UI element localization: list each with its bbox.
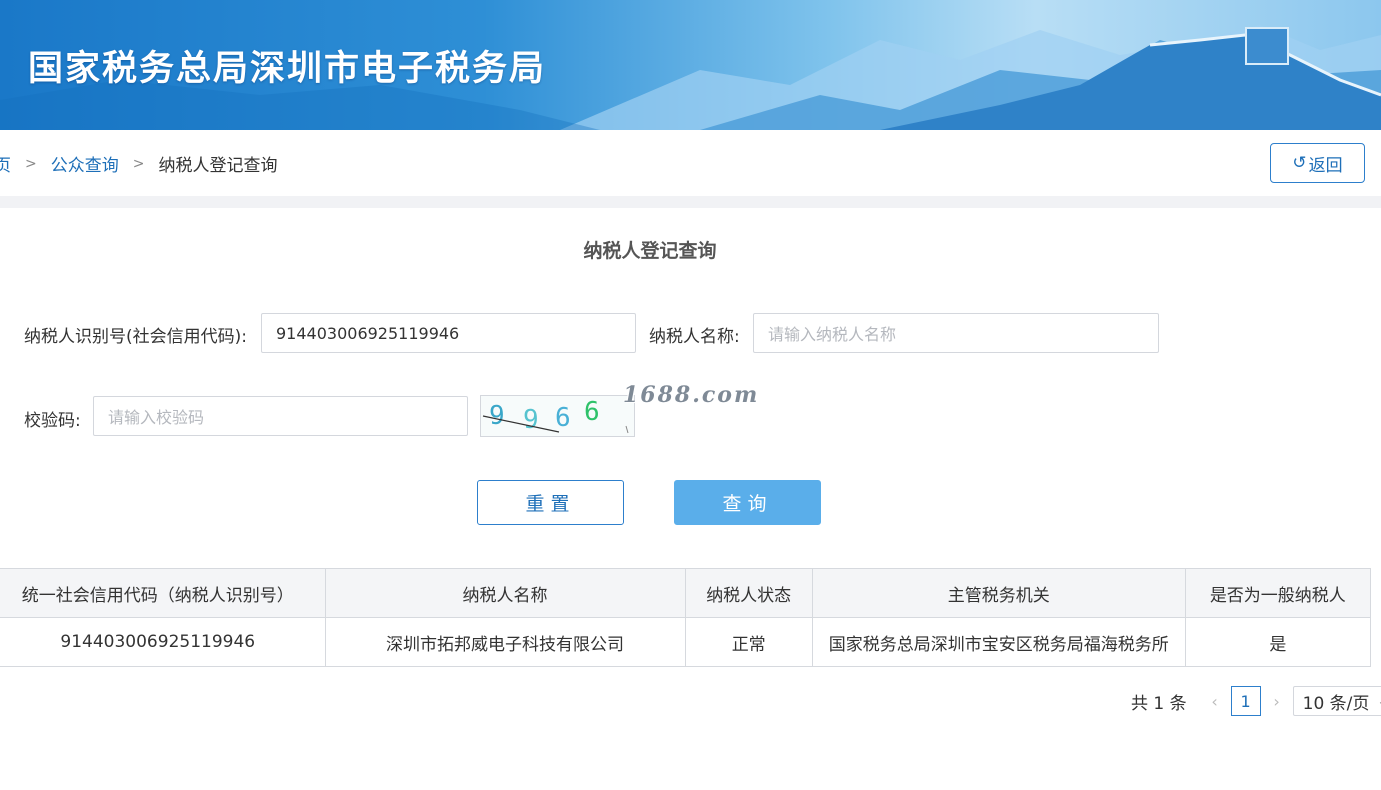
page-size-value: 10 条/页	[1302, 693, 1370, 714]
column-header-status: 纳税人状态	[684, 568, 813, 618]
cell-tax-authority: 国家税务总局深圳市宝安区税务局福海税务所	[811, 617, 1186, 667]
table-header-row: 统一社会信用代码（纳税人识别号） 纳税人名称 纳税人状态 主管税务机关 是否为一…	[0, 568, 1372, 618]
chevron-right-icon[interactable]: ›	[1267, 692, 1287, 711]
cell-general-taxpayer: 是	[1184, 617, 1372, 667]
column-header-general-taxpayer: 是否为一般纳税人	[1184, 568, 1372, 618]
pagination: 共 1 条 ‹ 1 › 10 条/页 ⌄	[1131, 686, 1381, 716]
captcha-char: 6	[584, 397, 600, 427]
captcha-image[interactable]: 9 9 6 6	[480, 395, 635, 437]
results-table: 统一社会信用代码（纳税人识别号） 纳税人名称 纳税人状态 主管税务机关 是否为一…	[0, 568, 1372, 667]
page: 国家税务总局深圳市电子税务局 页 > 公众查询 > 纳税人登记查询 ↺ 返回 纳…	[0, 0, 1381, 790]
captcha-char: 9	[489, 401, 505, 431]
cell-status: 正常	[684, 617, 813, 667]
captcha-input[interactable]: 请输入校验码	[93, 396, 468, 436]
breadcrumb-public-query-link[interactable]: 公众查询	[51, 151, 119, 176]
column-header-taxpayer-name: 纳税人名称	[324, 568, 686, 618]
table-row: 914403006925119946 深圳市拓邦威电子科技有限公司 正常 国家税…	[0, 617, 1372, 667]
taxpayer-id-input[interactable]: 914403006925119946	[261, 313, 636, 353]
pagination-total: 共 1 条	[1131, 693, 1187, 714]
watermark: 1688.com	[623, 382, 760, 408]
captcha-char: 6	[555, 403, 571, 433]
breadcrumb-separator: >	[132, 155, 145, 172]
taxpayer-name-label: 纳税人名称:	[649, 327, 740, 347]
taxpayer-name-input[interactable]: 请输入纳税人名称	[753, 313, 1159, 353]
captcha-label: 校验码:	[24, 411, 81, 431]
breadcrumb-separator: >	[25, 155, 37, 172]
search-button[interactable]: 查询	[674, 480, 821, 525]
chevron-down-icon: ⌄	[1377, 694, 1381, 708]
breadcrumb: 页 > 公众查询 > 纳税人登记查询	[0, 151, 278, 177]
pagination-page-1[interactable]: 1	[1230, 686, 1261, 716]
cell-taxpayer-name: 深圳市拓邦威电子科技有限公司	[324, 617, 686, 667]
taxpayer-id-label: 纳税人识别号(社会信用代码):	[24, 327, 247, 347]
column-header-credit-code: 统一社会信用代码（纳税人识别号）	[0, 568, 326, 618]
home-icon	[0, 58, 6, 76]
header-banner: 国家税务总局深圳市电子税务局	[0, 0, 1381, 130]
form-title: 纳税人登记查询	[583, 240, 717, 262]
reset-button[interactable]: 重置	[477, 480, 624, 525]
breadcrumb-home-link[interactable]: 页	[0, 151, 11, 176]
page-size-select[interactable]: 10 条/页 ⌄	[1292, 686, 1381, 716]
cell-credit-code: 914403006925119946	[0, 617, 326, 667]
back-button[interactable]: ↺ 返回	[1270, 143, 1365, 183]
captcha-char: 9	[523, 405, 539, 435]
breadcrumb-current: 纳税人登记查询	[158, 156, 278, 176]
chevron-left-icon[interactable]: ‹	[1205, 692, 1225, 711]
column-header-tax-authority: 主管税务机关	[811, 568, 1186, 618]
site-title: 国家税务总局深圳市电子税务局	[28, 49, 547, 89]
undo-arrow-icon: ↺	[1292, 153, 1307, 173]
back-button-label: 返回	[1308, 155, 1343, 176]
section-divider	[0, 196, 1381, 208]
